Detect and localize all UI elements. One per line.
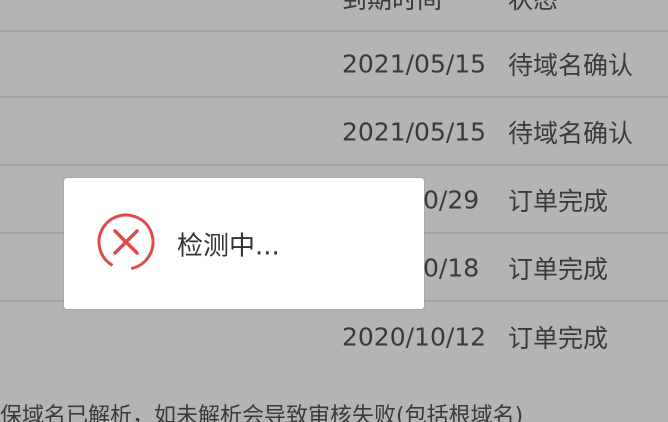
row-status: 订单完成 [508,255,609,284]
header-expiry-date: 到期时间 [342,0,442,16]
row-expiry-date: 0/18 [423,253,480,283]
row-expiry-date: 2021/05/15 [342,49,487,79]
page: 到期时间 状态 2021/05/15 待域名确认 2021/05/15 待域名确… [0,0,668,422]
error-circle-icon [94,210,158,274]
row-status: 待域名确认 [508,51,634,80]
header-status: 状态 [508,0,558,16]
checking-dialog: 检测中... [64,178,424,309]
table-row[interactable]: 2021/05/15 待域名确认 [0,100,668,166]
table-row[interactable]: 2021/05/15 待域名确认 [0,32,668,98]
row-expiry-date: 2021/05/15 [342,117,487,147]
row-status: 待域名确认 [508,119,634,148]
dialog-message: 检测中... [177,231,280,261]
row-expiry-date: 0/29 [423,185,480,215]
row-expiry-date: 2020/10/12 [342,322,487,352]
table-row[interactable]: 2020/10/12 订单完成 [0,304,668,370]
row-status: 订单完成 [508,324,609,353]
domain-resolution-note: 保域名已解析，如未解析会导致审核失败(包括根域名) [0,404,524,422]
table-header-row: 到期时间 状态 [0,0,668,32]
row-status: 订单完成 [508,187,609,216]
